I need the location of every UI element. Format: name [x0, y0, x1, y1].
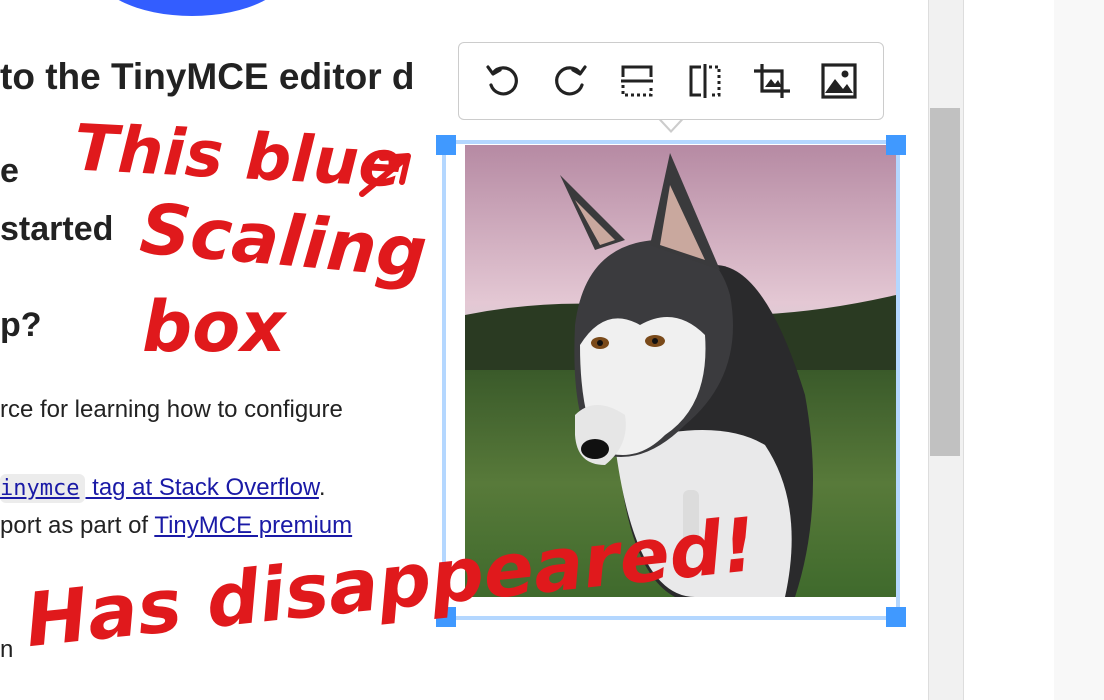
crop-icon [753, 64, 790, 98]
scrollbar-thumb[interactable] [930, 108, 960, 456]
period: . [318, 474, 326, 501]
paragraph-learning: rce for learning how to configure [0, 396, 343, 423]
paragraph-fragment-n: n [0, 636, 14, 663]
right-panel [964, 0, 1054, 700]
heading-fragment-e: e [0, 152, 19, 190]
annotation-box: box [142, 286, 286, 368]
tinymce-premium-link[interactable]: TinyMCE premium [154, 512, 352, 539]
rotate-right-icon [555, 65, 587, 96]
blue-shape-decoration [92, 0, 292, 16]
flip-horizontal-button[interactable] [677, 53, 733, 109]
premium-prefix: port as part of [0, 512, 155, 539]
rotate-left-button[interactable] [475, 53, 531, 109]
heading-fragment-started: started [0, 210, 114, 248]
crop-button[interactable] [744, 53, 800, 109]
rotate-right-button[interactable] [542, 53, 598, 109]
resize-handle-top-right[interactable] [886, 135, 906, 155]
image-icon [821, 63, 857, 99]
flip-vertical-button[interactable] [609, 53, 665, 109]
tinymce-code-link[interactable]: inymce [0, 474, 86, 503]
annotation-arrow-icon [359, 153, 411, 197]
right-panel-edge [1054, 0, 1104, 700]
resize-handle-bottom-right[interactable] [886, 607, 906, 627]
resize-handle-top-left[interactable] [436, 135, 456, 155]
rotate-left-icon [486, 65, 518, 96]
page-heading: to the TinyMCE editor d [0, 56, 415, 97]
flip-vertical-icon [621, 65, 654, 97]
heading-fragment-p: p? [0, 306, 42, 344]
image-options-button[interactable] [811, 53, 867, 109]
stackoverflow-link[interactable]: tag at Stack Overflow [85, 474, 319, 501]
image-context-toolbar [458, 42, 884, 120]
paragraph-stackoverflow: inymce tag at Stack Overflow. [0, 474, 326, 503]
flip-horizontal-icon [689, 64, 721, 98]
paragraph-premium: port as part of TinyMCE premium [0, 512, 352, 540]
